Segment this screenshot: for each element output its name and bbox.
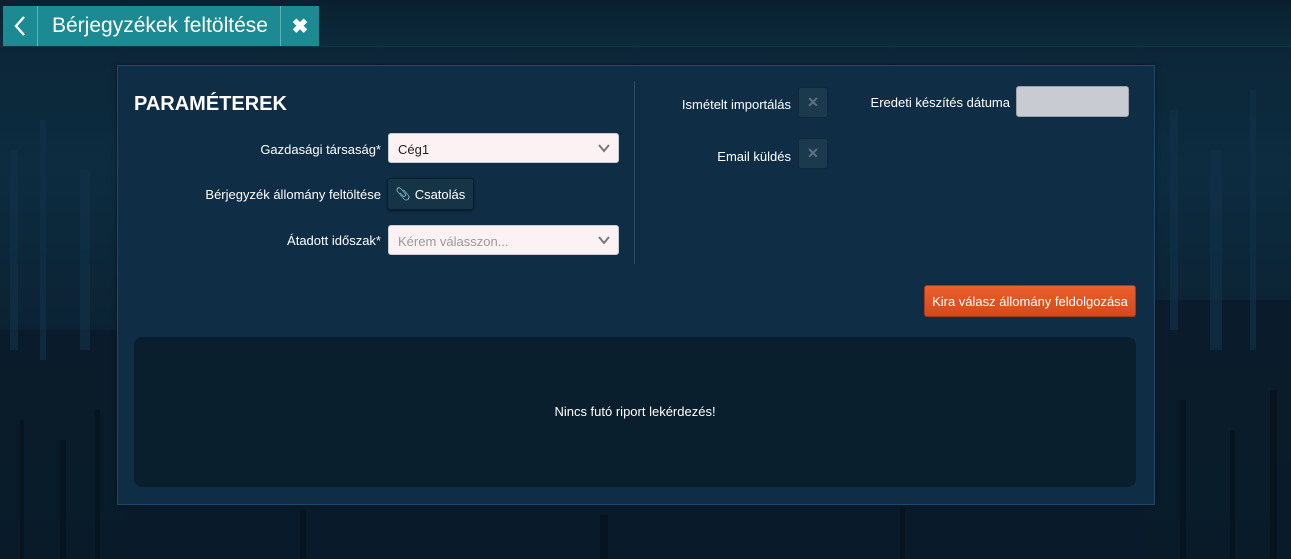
report-message: Nincs futó riport lekérdezés! <box>554 404 716 419</box>
period-label: Átadott időszak* <box>287 233 381 248</box>
close-tab-button[interactable]: ✖ <box>280 6 319 46</box>
attach-button-label: Csatolás <box>414 186 466 202</box>
report-area: Nincs futó riport lekérdezés! <box>134 337 1136 487</box>
reimport-label: Ismételt importálás <box>681 97 791 112</box>
creation-date-input[interactable] <box>1016 86 1129 117</box>
tab-title[interactable]: Bérjegyzékek feltöltése <box>38 6 281 46</box>
email-label: Email küldés <box>717 149 791 164</box>
back-button[interactable] <box>3 6 38 46</box>
reimport-checkbox[interactable]: ✕ <box>798 87 828 118</box>
upload-label: Bérjegyzék állomány feltöltése <box>205 187 381 202</box>
section-heading: PARAMÉTEREK <box>134 93 287 115</box>
paperclip-icon: 📎 <box>395 187 411 201</box>
x-icon: ✕ <box>807 145 819 161</box>
chevron-down-icon <box>598 236 610 245</box>
close-icon: ✖ <box>291 15 309 38</box>
process-response-button[interactable]: Kira válasz állomány feldolgozása <box>924 285 1136 317</box>
period-select-placeholder: Kérem válasszon... <box>398 234 509 249</box>
company-label: Gazdasági társaság* <box>260 142 381 157</box>
top-bar: Bérjegyzékek feltöltése ✖ <box>0 0 1291 47</box>
column-divider <box>634 81 635 264</box>
company-select-value: Cég1 <box>398 142 430 157</box>
email-checkbox[interactable]: ✕ <box>798 138 828 169</box>
attach-button[interactable]: 📎 Csatolás <box>387 178 474 210</box>
company-select[interactable]: Cég1 <box>388 133 619 163</box>
parameters-panel: PARAMÉTEREK Gazdasági társaság* Cég1 Bér… <box>117 65 1155 505</box>
x-icon: ✕ <box>807 94 819 110</box>
period-select[interactable]: Kérem válasszon... <box>388 225 619 255</box>
chevron-down-icon <box>598 144 610 153</box>
tab-bar: Bérjegyzékek feltöltése ✖ <box>3 6 319 46</box>
creation-date-label: Eredeti készítés dátuma <box>870 95 1010 110</box>
chevron-left-icon <box>14 16 25 36</box>
